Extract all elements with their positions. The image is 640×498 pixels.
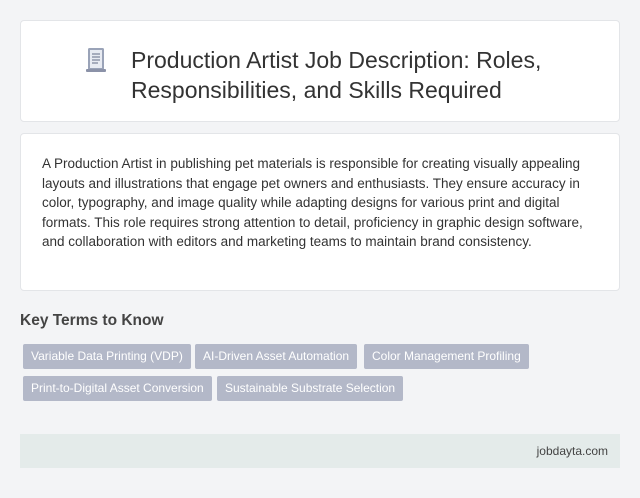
footer-site-link[interactable]: jobdayta.com [537,444,608,458]
description-text: A Production Artist in publishing pet ma… [42,156,583,249]
title-card: Production Artist Job Description: Roles… [20,20,620,122]
key-terms-heading: Key Terms to Know [20,312,164,329]
key-term-tag[interactable]: Sustainable Substrate Selection [217,376,404,401]
document-icon [86,48,106,72]
footer: jobdayta.com [20,434,620,468]
key-term-tag[interactable]: Print-to-Digital Asset Conversion [23,376,212,401]
key-term-tag[interactable]: Variable Data Printing (VDP) [23,344,191,369]
description-card: A Production Artist in publishing pet ma… [20,133,620,291]
key-term-tag[interactable]: AI-Driven Asset Automation [195,344,358,369]
key-term-tag[interactable]: Color Management Profiling [364,344,529,369]
page-title: Production Artist Job Description: Roles… [131,47,542,103]
